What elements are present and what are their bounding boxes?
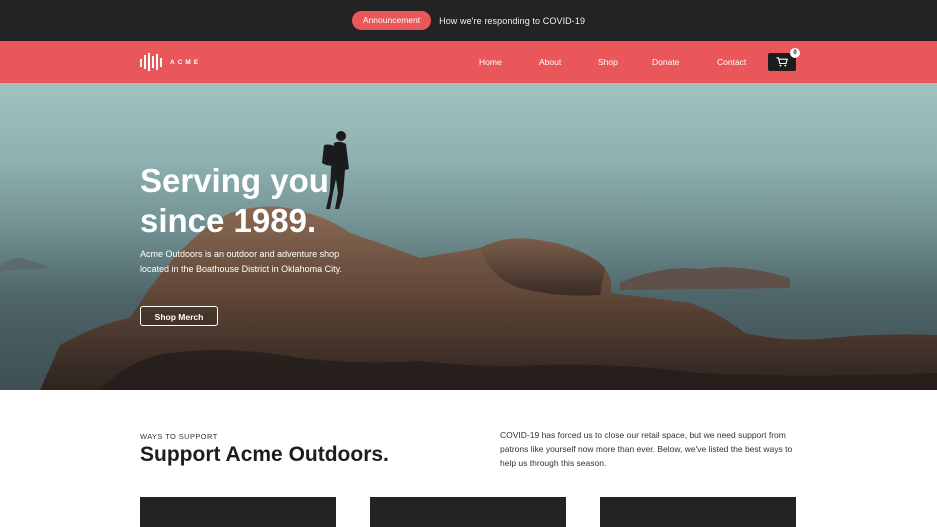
announcement-link[interactable]: How we're responding to COVID-19 [439,16,585,26]
support-title: Support Acme Outdoors. [140,443,389,466]
hero-title-line-1: Serving you [140,162,329,199]
logo[interactable]: ACME [140,53,201,71]
shop-merch-button[interactable]: Shop Merch [140,306,218,326]
nav-contact[interactable]: Contact [717,41,746,83]
cart-button[interactable]: 0 [768,48,800,71]
acme-logo-icon [140,53,162,71]
announcement-badge[interactable]: Announcement [351,11,432,30]
support-card[interactable] [140,497,336,527]
main-nav: ACME Home About Shop Donate Contact 0 [0,41,937,83]
nav-donate[interactable]: Donate [652,41,679,83]
announcement-bar: Announcement How we're responding to COV… [0,0,937,41]
hero-title: Serving you since 1989. [140,161,460,241]
nav-about[interactable]: About [539,41,561,83]
hero-section: Serving you since 1989. Acme Outdoors is… [0,83,937,390]
nav-home[interactable]: Home [479,41,502,83]
hero-description: Acme Outdoors is an outdoor and adventur… [140,249,342,274]
support-eyebrow: WAYS TO SUPPORT [140,432,218,441]
cart-icon [776,57,788,67]
cart-count-badge: 0 [790,48,800,58]
support-card[interactable] [600,497,796,527]
support-card[interactable] [370,497,566,527]
hero-title-line-2: since 1989. [140,202,317,239]
logo-text: ACME [170,58,202,66]
support-description: COVID-19 has forced us to close our reta… [500,430,793,468]
nav-shop[interactable]: Shop [598,41,618,83]
